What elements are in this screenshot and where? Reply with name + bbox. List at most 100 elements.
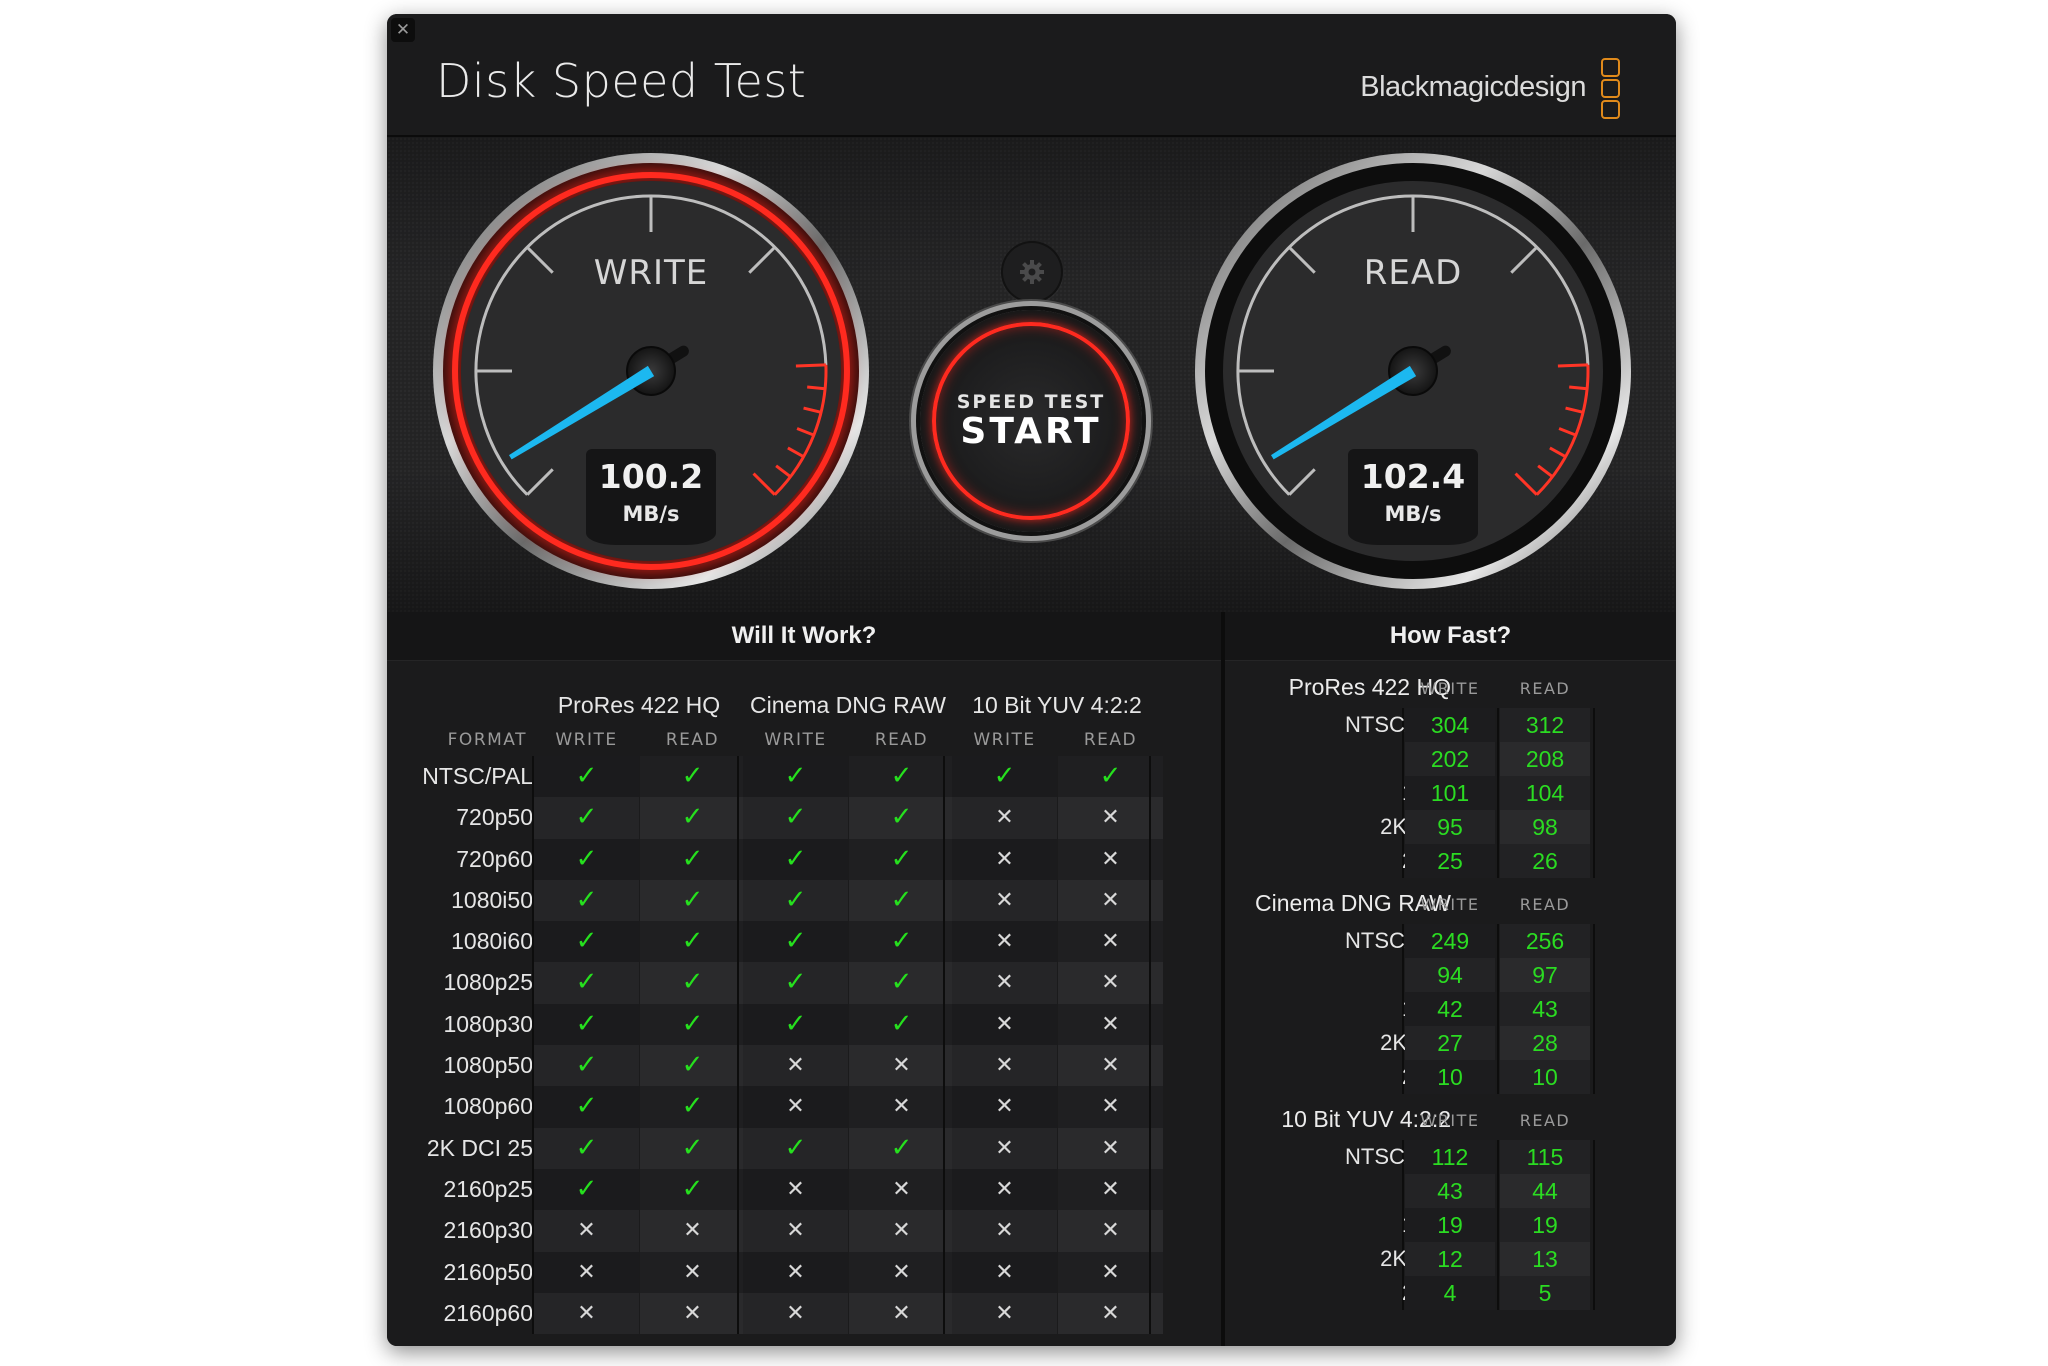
close-button[interactable]: ✕	[391, 18, 415, 42]
speed-row: 21602526	[1225, 844, 1676, 878]
read-fps-value: 44	[1500, 1174, 1590, 1208]
cross-icon: ✕	[640, 1210, 745, 1252]
will-it-work-panel: Will It Work? ProRes 422 HQ Cinema DNG RA…	[387, 612, 1221, 1346]
check-icon: ✓	[849, 921, 954, 963]
compatibility-row: 2160p25 ✓ ✓ ✕ ✕ ✕ ✕	[387, 1168, 1221, 1211]
column-subheader-write: WRITE	[555, 730, 618, 750]
cross-icon: ✕	[534, 1210, 639, 1252]
check-icon: ✓	[534, 962, 639, 1004]
read-column-header: READ	[1519, 895, 1571, 914]
format-label: 1080p50	[443, 1052, 533, 1079]
check-icon: ✓	[743, 962, 848, 1004]
read-fps-value: 97	[1500, 958, 1590, 992]
cross-icon: ✕	[952, 921, 1057, 963]
gauge-redline-tick	[807, 385, 826, 391]
cross-icon: ✕	[1058, 1251, 1163, 1293]
check-icon: ✓	[849, 879, 954, 922]
write-column-header: WRITE	[1420, 679, 1480, 698]
format-label: 720p60	[456, 845, 533, 872]
cross-icon: ✕	[952, 1210, 1057, 1252]
cross-icon: ✕	[1058, 1127, 1163, 1169]
cross-icon: ✕	[743, 1168, 848, 1211]
speed-test-start-button[interactable]: SPEED TEST START	[920, 310, 1142, 532]
check-icon: ✓	[743, 879, 848, 922]
check-icon: ✓	[534, 879, 639, 922]
cross-icon: ✕	[1058, 1003, 1163, 1046]
format-group-header: 10 Bit YUV 4:2:2	[972, 692, 1142, 718]
compatibility-row: 1080p25 ✓ ✓ ✓ ✓ ✕ ✕	[387, 962, 1221, 1004]
format-label: 1080p25	[443, 969, 533, 996]
read-fps-value: 5	[1500, 1276, 1590, 1310]
write-fps-value: 202	[1405, 742, 1495, 776]
check-icon: ✓	[534, 921, 639, 963]
cross-icon: ✕	[1058, 1086, 1163, 1128]
gauge-area: WRITE 100.2 MB/s SPEED TEST START READ 1…	[387, 137, 1676, 612]
write-fps-value: 27	[1405, 1026, 1495, 1060]
format-label: 2160p30	[443, 1217, 533, 1244]
compatibility-row: 1080p60 ✓ ✓ ✕ ✕ ✕ ✕	[387, 1086, 1221, 1128]
cross-icon: ✕	[640, 1251, 745, 1293]
cross-icon: ✕	[952, 1003, 1057, 1046]
compatibility-row: 2K DCI 25 ✓ ✓ ✓ ✓ ✕ ✕	[387, 1127, 1221, 1169]
read-gauge-label: READ	[1363, 253, 1463, 293]
will-it-work-grid: NTSC/PAL ✓ ✓ ✓ ✓ ✓ ✓ 720p50 ✓ ✓ ✓ ✓ ✕ ✕ 720p60 ✓ ✓ ✓ ✓ ✕ ✕ 10…	[387, 756, 1221, 1335]
read-fps-value: 13	[1500, 1242, 1590, 1276]
compatibility-row: 2160p60 ✕ ✕ ✕ ✕ ✕ ✕	[387, 1292, 1221, 1335]
read-fps-value: 256	[1500, 924, 1590, 958]
check-icon: ✓	[640, 1086, 745, 1128]
check-icon: ✓	[534, 1086, 639, 1128]
write-column-header: WRITE	[1420, 1111, 1480, 1130]
read-fps-value: 26	[1500, 844, 1590, 878]
speed-row: NTSC/PAL 304 312	[1225, 708, 1676, 742]
check-icon: ✓	[849, 962, 954, 1004]
check-icon: ✓	[640, 962, 745, 1004]
write-fps-value: 4	[1405, 1276, 1495, 1310]
cross-icon: ✕	[849, 1086, 954, 1128]
speed-row: 720202208	[1225, 742, 1676, 776]
will-it-work-title: Will It Work?	[387, 612, 1221, 661]
cross-icon: ✕	[1058, 1292, 1163, 1335]
check-icon: ✓	[743, 1003, 848, 1046]
check-icon: ✓	[743, 1127, 848, 1169]
settings-button[interactable]	[1001, 241, 1063, 303]
read-fps-value: 104	[1500, 776, 1590, 810]
check-icon: ✓	[849, 756, 954, 798]
format-group-header: ProRes 422 HQ	[557, 692, 721, 718]
check-icon: ✓	[534, 1045, 639, 1087]
cross-icon: ✕	[849, 1292, 954, 1335]
speed-row: 10804243	[1225, 992, 1676, 1026]
cross-icon: ✕	[952, 838, 1057, 880]
check-icon: ✓	[534, 1168, 639, 1211]
compatibility-row: 2160p50 ✕ ✕ ✕ ✕ ✕ ✕	[387, 1251, 1221, 1293]
cross-icon: ✕	[849, 1045, 954, 1087]
cross-icon: ✕	[1058, 1045, 1163, 1087]
format-label: NTSC/PAL	[422, 763, 533, 789]
disk-speed-test-window: ✕ Disk Speed Test Blackmagicdesign WRITE…	[387, 14, 1676, 1346]
speed-row: 1080101104	[1225, 776, 1676, 810]
grid-divider	[943, 756, 945, 1334]
grid-divider	[1149, 756, 1151, 1334]
check-icon: ✓	[849, 838, 954, 880]
start-button-caption: SPEED TEST	[956, 391, 1106, 413]
format-label: 2160p60	[443, 1299, 533, 1326]
grid-divider	[532, 756, 534, 1334]
write-gauge: WRITE 100.2 MB/s	[431, 151, 871, 591]
check-icon: ✓	[534, 756, 639, 798]
column-subheader-read: READ	[874, 730, 929, 750]
cross-icon: ✕	[849, 1251, 954, 1293]
write-fps-value: 101	[1405, 776, 1495, 810]
cross-icon: ✕	[952, 1292, 1057, 1335]
title-bar: ✕ Disk Speed Test Blackmagicdesign	[387, 14, 1676, 137]
cross-icon: ✕	[1058, 838, 1163, 880]
check-icon: ✓	[640, 1127, 745, 1169]
read-readout: 102.4 MB/s	[1348, 449, 1478, 545]
gauge-redline-tick	[795, 363, 826, 368]
app-title: Disk Speed Test	[436, 54, 807, 108]
format-label: 1080i60	[451, 928, 533, 955]
cross-icon: ✕	[952, 797, 1057, 839]
write-speed-value: 100.2	[598, 457, 704, 496]
write-fps-value: 25	[1405, 844, 1495, 878]
cross-icon: ✕	[640, 1292, 745, 1335]
speed-row: NTSC/PAL 249 256	[1225, 924, 1676, 958]
cross-icon: ✕	[1058, 797, 1163, 839]
